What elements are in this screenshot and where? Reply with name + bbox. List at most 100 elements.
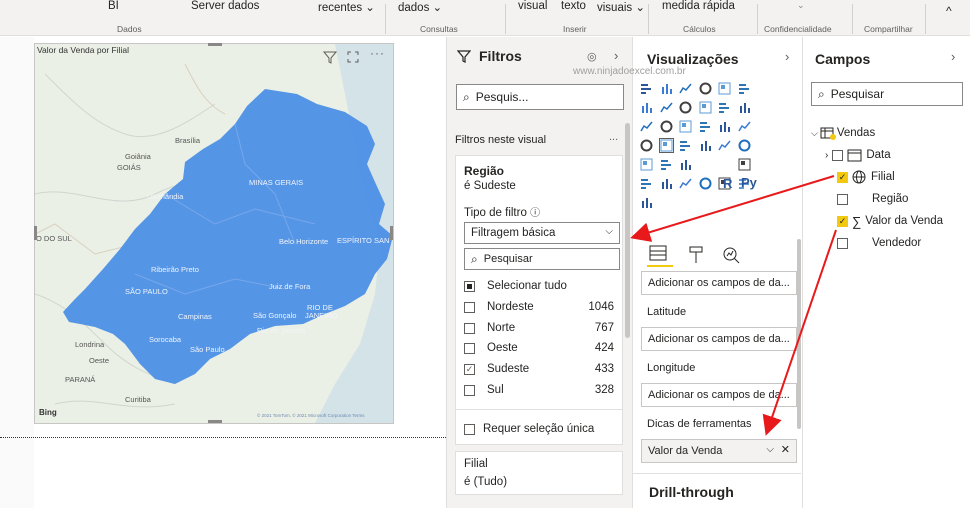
filters-search-input[interactable]: ⌕ Pesquis... — [456, 84, 624, 110]
stacked-100-column-visual-icon[interactable] — [738, 82, 751, 95]
field-checkbox[interactable] — [832, 149, 844, 161]
multi-row-card-visual-icon[interactable] — [718, 139, 731, 152]
ribbon-visual-icon[interactable] — [738, 101, 751, 114]
single-select-checkbox[interactable] — [464, 423, 475, 435]
collapse-ribbon-icon[interactable]: ^ — [946, 4, 952, 18]
fields-search-input[interactable]: ⌕ Pesquisar — [811, 82, 963, 106]
area-visual-icon[interactable] — [659, 101, 673, 114]
scatter-visual-icon[interactable] — [679, 120, 692, 133]
filter-visual-icon[interactable] — [322, 50, 338, 67]
ribbon-dados[interactable]: dados ⌄ — [398, 0, 442, 14]
line-visual-icon[interactable] — [640, 101, 653, 114]
filter-card-filial[interactable]: Filial é (Tudo) — [455, 451, 623, 495]
filter-option[interactable]: Oeste 424 — [464, 338, 614, 358]
line-column-visual-icon[interactable] — [699, 101, 712, 114]
resize-handle[interactable] — [208, 420, 222, 423]
resize-handle[interactable] — [208, 43, 222, 46]
select-all-option[interactable]: Selecionar tudo — [464, 276, 614, 296]
field-checkbox-checked[interactable]: ✓ — [837, 215, 848, 227]
field-data[interactable]: › Data — [825, 145, 891, 165]
field-checkbox[interactable] — [837, 237, 848, 249]
table-visual-icon[interactable] — [660, 158, 673, 171]
filled-map-visual-icon[interactable] — [658, 138, 674, 153]
stacked-area-visual-icon[interactable] — [679, 101, 692, 114]
filter-option[interactable]: Norte 767 — [464, 318, 614, 338]
pie-visual-icon[interactable] — [699, 120, 712, 133]
kpi-visual-icon[interactable] — [738, 139, 751, 152]
field-vendedor[interactable]: Vendedor — [837, 233, 921, 253]
key-influencers-visual-icon[interactable] — [738, 158, 751, 171]
collapse-filters-icon[interactable]: › — [614, 48, 618, 63]
more-options-icon[interactable]: ··· — [370, 46, 385, 60]
collapse-fields-icon[interactable]: › — [951, 49, 955, 64]
option-checkbox[interactable]: ✓ — [464, 363, 475, 375]
ribbon-visual[interactable]: visual — [518, 0, 547, 12]
table-vendas[interactable]: ⌵ Vendas — [811, 123, 875, 143]
card-visual-icon[interactable] — [699, 139, 712, 152]
smart-narrative-visual-icon[interactable] — [679, 177, 692, 190]
option-checkbox[interactable] — [464, 322, 475, 334]
donut-visual-icon[interactable] — [718, 120, 731, 133]
option-checkbox[interactable] — [464, 384, 475, 396]
waterfall-visual-icon[interactable] — [640, 120, 653, 133]
field-regiao[interactable]: Região — [837, 189, 908, 209]
gauge-visual-icon[interactable] — [679, 139, 692, 152]
filter-option[interactable]: Nordeste 1046 — [464, 297, 614, 317]
matrix-visual-icon[interactable] — [679, 158, 692, 171]
ribbon-visuais[interactable]: visuais ⌄ — [597, 0, 645, 14]
fields-tab[interactable] — [647, 243, 673, 267]
field-valor-da-venda[interactable]: ✓ ∑ Valor da Venda — [837, 211, 943, 231]
filter-card-regiao[interactable]: Região é Sudeste Tipo de filtro ⓘ Filtra… — [455, 155, 623, 445]
stacked-column-visual-icon[interactable] — [699, 82, 712, 95]
python-visual-icon[interactable]: Py — [741, 175, 757, 190]
ribbon-server-dados[interactable]: Server dados — [191, 0, 259, 12]
focus-mode-icon[interactable] — [346, 50, 360, 67]
filters-scrollbar[interactable] — [625, 123, 630, 338]
field-checkbox-checked[interactable]: ✓ — [837, 171, 848, 183]
ribbon-medida-rapida[interactable]: medida rápida — [662, 0, 735, 12]
section-more-icon[interactable]: ... — [609, 131, 618, 143]
resize-handle[interactable] — [34, 226, 37, 240]
expand-chevron-icon[interactable]: › — [825, 150, 828, 161]
remove-field-icon[interactable]: ✕ — [781, 443, 790, 456]
format-tab[interactable] — [687, 245, 705, 268]
viz-scrollbar[interactable] — [797, 239, 801, 429]
field-filial[interactable]: ✓ Filial — [837, 167, 895, 187]
analytics-tab[interactable] — [721, 245, 741, 268]
r-script-visual-icon[interactable]: R — [723, 176, 732, 191]
ribbon-bi[interactable]: BI — [108, 0, 119, 12]
clustered-column-visual-icon[interactable] — [718, 82, 731, 95]
line-clustered-visual-icon[interactable] — [718, 101, 731, 114]
option-checkbox[interactable] — [464, 301, 475, 313]
select-all-checkbox[interactable] — [464, 280, 475, 292]
clustered-bar-visual-icon[interactable] — [660, 82, 673, 95]
treemap-visual-icon[interactable] — [737, 120, 751, 133]
filter-type-dropdown[interactable]: Filtragem básica ⌵ — [464, 222, 620, 244]
longitude-well[interactable]: Adicionar os campos de da... — [641, 383, 797, 407]
decomposition-tree-visual-icon[interactable] — [640, 177, 653, 190]
map-visual-icon[interactable] — [640, 139, 653, 152]
stacked-bar-visual-icon[interactable] — [640, 82, 653, 95]
stacked-100-bar-visual-icon[interactable] — [679, 82, 692, 95]
paginated-visual-icon[interactable] — [699, 177, 712, 190]
ribbon-recentes[interactable]: recentes ⌄ — [318, 0, 375, 14]
expand-chevron-icon[interactable]: ⌵ — [811, 128, 818, 139]
chevron-down-icon[interactable]: ⌵ — [766, 444, 774, 455]
resize-handle[interactable] — [390, 226, 393, 240]
latitude-well[interactable]: Adicionar os campos de da... — [641, 327, 797, 351]
eye-icon[interactable]: ◎ — [587, 50, 597, 63]
funnel-visual-icon[interactable] — [660, 120, 673, 133]
ribbon-chevron[interactable]: ⌄ — [797, 0, 805, 11]
filter-values-search-input[interactable]: ⌕ Pesquisar — [464, 248, 620, 270]
field-checkbox[interactable] — [837, 193, 848, 205]
slicer-visual-icon[interactable] — [640, 158, 653, 171]
location-well[interactable]: Adicionar os campos de da... — [641, 271, 797, 295]
filter-option[interactable]: ✓ Sudeste 433 — [464, 359, 614, 379]
ribbon-texto[interactable]: texto — [561, 0, 586, 12]
more-visuals-visual-icon[interactable] — [640, 196, 653, 209]
filter-option[interactable]: Sul 328 — [464, 380, 614, 400]
single-select-option[interactable]: Requer seleção única — [464, 419, 614, 439]
qa-visual-icon[interactable] — [660, 177, 673, 190]
map-visual[interactable]: Valor da Venda por Filial ··· Brasília G… — [34, 43, 394, 424]
option-checkbox[interactable] — [464, 342, 475, 354]
